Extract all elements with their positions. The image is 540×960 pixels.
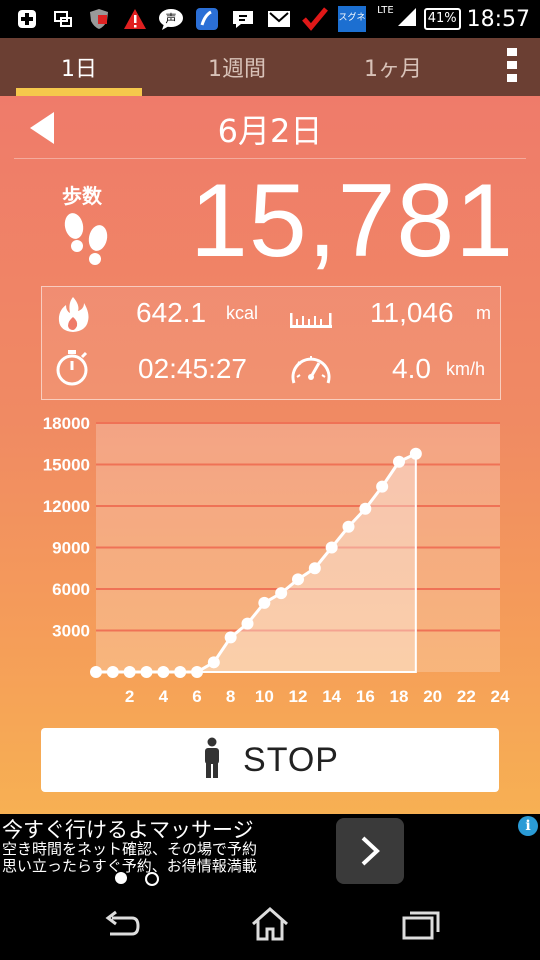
network-label: LTE	[377, 5, 394, 16]
speed-value: 4.0	[392, 353, 431, 384]
distance-unit: m	[476, 303, 491, 323]
chart-x-tick-label: 4	[159, 687, 169, 706]
chart-data-point	[275, 587, 288, 600]
speedometer-icon	[288, 349, 334, 393]
chart-x-tick-label: 18	[390, 687, 409, 706]
svg-text:スグネ: スグネ	[338, 11, 365, 23]
chart-data-point	[140, 666, 153, 678]
check-icon	[302, 6, 328, 32]
battery-indicator: 41%	[423, 8, 461, 30]
chart-data-point	[191, 666, 203, 678]
chart-data-point	[224, 631, 237, 644]
chart-data-point	[174, 666, 187, 678]
chart-data-point	[106, 666, 119, 678]
date-navigator: 6月2日	[14, 96, 526, 159]
chart-data-point	[241, 617, 254, 630]
mail-icon	[266, 6, 292, 32]
steps-label: 歩数	[62, 184, 102, 208]
chart-x-tick-label: 12	[289, 687, 308, 706]
chart-data-point	[292, 573, 304, 586]
chart-x-tick-label: 16	[356, 687, 375, 706]
shield-icon	[86, 6, 112, 32]
app-icon	[194, 6, 220, 32]
speed-unit: km/h	[446, 359, 486, 379]
chart-y-tick-label: 3000	[52, 622, 90, 641]
chart-x-tick-label: 22	[457, 687, 476, 706]
warning-icon	[122, 6, 148, 32]
chart-data-point	[308, 562, 321, 575]
chart-x-tick-label: 10	[255, 687, 274, 706]
chart-data-point	[157, 666, 170, 678]
ad-banner[interactable]: 今すぐ行けるよマッサージ 空き時間をネット確認、その場で予約 思い立ったらすぐ予…	[0, 814, 540, 896]
chart-data-point	[409, 447, 422, 460]
carousel-dot	[145, 872, 159, 886]
stop-button-label: STOP	[243, 740, 339, 779]
chart-x-tick-label: 20	[423, 687, 442, 706]
chart-y-tick-label: 15000	[43, 456, 90, 475]
chart-data-point	[376, 480, 389, 493]
overflow-menu-icon[interactable]	[504, 48, 520, 82]
screen-icon	[50, 6, 76, 32]
ruler-icon	[288, 307, 334, 335]
step-count: 15,781	[190, 163, 515, 279]
back-icon[interactable]	[102, 910, 140, 946]
sugune-icon: スグネ	[338, 6, 366, 32]
chart-y-tick-label: 6000	[52, 580, 90, 599]
navigation-bar	[0, 896, 540, 960]
clock: 18:57	[466, 6, 530, 32]
tab-month[interactable]: 1ヶ月	[328, 38, 458, 96]
home-icon[interactable]	[250, 906, 290, 946]
chart-data-point	[90, 666, 102, 678]
chart-data-point	[393, 455, 405, 468]
keyboard-icon	[230, 6, 256, 32]
chart-x-tick-label: 6	[192, 687, 201, 706]
chart-data-point	[325, 541, 338, 554]
status-bar: 声 スグネ LTE 41% 18:57	[0, 0, 540, 38]
info-icon[interactable]: i	[518, 816, 538, 836]
chart-y-tick-label: 9000	[52, 539, 90, 558]
chart-y-tick-label: 18000	[43, 414, 90, 433]
chart-y-tick-label: 12000	[43, 497, 90, 516]
chat-icon: 声	[158, 6, 184, 32]
add-icon	[14, 6, 40, 32]
svg-text:声: 声	[166, 11, 177, 25]
chart-data-point	[207, 656, 220, 669]
ad-chevron-right-icon[interactable]	[336, 818, 404, 884]
stopwatch-icon	[54, 349, 90, 391]
tab-week[interactable]: 1週間	[172, 38, 302, 96]
carousel-dot-active	[115, 872, 127, 884]
footprints-icon	[60, 208, 114, 274]
signal-icon	[396, 6, 418, 32]
chart-x-tick-label: 24	[491, 687, 510, 706]
calories-value: 642.1	[136, 297, 207, 328]
calories-unit: kcal	[226, 303, 259, 323]
chart-data-point	[123, 666, 136, 678]
chart-x-tick-label: 2	[125, 687, 134, 706]
chart-data-point	[359, 502, 372, 515]
main-content: 6月2日 歩数 15,781 642.1 kcal 11,046 m 02:45…	[0, 96, 540, 814]
distance-value: 11,046	[370, 297, 454, 328]
current-date: 6月2日	[217, 112, 323, 150]
chart-x-tick-label: 14	[322, 687, 341, 706]
chart-data-point	[342, 520, 355, 533]
chart-data-point	[258, 596, 271, 609]
steps-chart: 3000600090001200015000180002 4 6 8 10 12 14 16 1…	[43, 414, 510, 706]
recents-icon[interactable]	[402, 910, 440, 944]
stop-button[interactable]: STOP	[41, 728, 499, 792]
flame-icon	[56, 295, 90, 337]
active-tab-indicator	[16, 88, 142, 96]
stats-panel: 642.1 kcal 11,046 m 02:45:27 4.0 km/h	[41, 286, 501, 400]
ad-text-line-2: 思い立ったらすぐ予約、お得情報満載	[2, 857, 257, 875]
person-icon	[201, 737, 223, 783]
chart-x-tick-label: 8	[226, 687, 235, 706]
elapsed-time-value: 02:45:27	[138, 353, 247, 384]
